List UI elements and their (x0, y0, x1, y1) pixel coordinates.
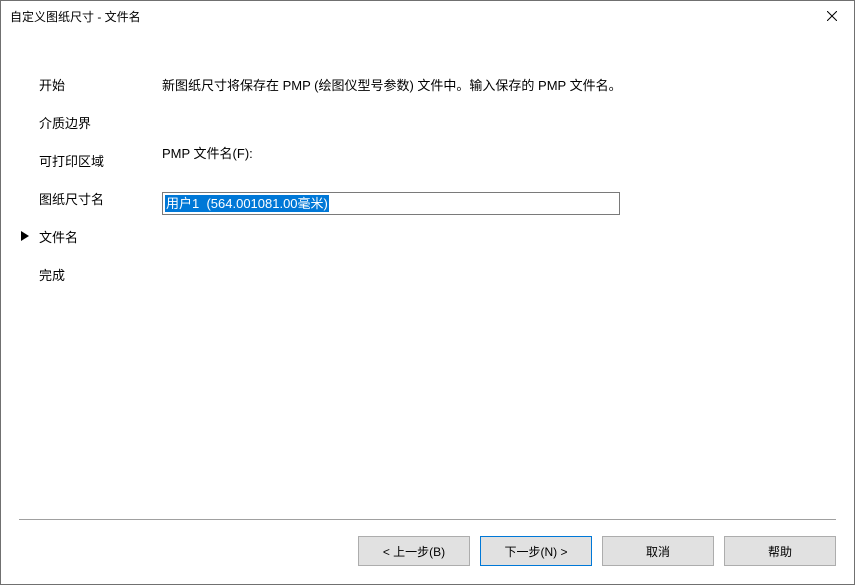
button-row: < 上一步(B) 下一步(N) > 取消 帮助 (358, 536, 836, 566)
step-label: 介质边界 (39, 116, 91, 131)
step-label: 可打印区域 (39, 154, 104, 169)
step-printable-area: 可打印区域 (39, 151, 162, 170)
back-button[interactable]: < 上一步(B) (358, 536, 470, 566)
step-label: 文件名 (39, 230, 78, 245)
help-button[interactable]: 帮助 (724, 536, 836, 566)
wizard-page: 新图纸尺寸将保存在 PMP (绘图仪型号参数) 文件中。输入保存的 PMP 文件… (162, 54, 836, 514)
next-button[interactable]: 下一步(N) > (480, 536, 592, 566)
step-finish: 完成 (39, 265, 162, 284)
step-media-bounds: 介质边界 (39, 113, 162, 132)
step-paper-size-name: 图纸尺寸名 (39, 189, 162, 208)
step-label: 完成 (39, 268, 65, 283)
step-file-name: 文件名 (39, 227, 162, 246)
titlebar: 自定义图纸尺寸 - 文件名 (1, 1, 854, 32)
step-label: 图纸尺寸名 (39, 192, 104, 207)
page-description: 新图纸尺寸将保存在 PMP (绘图仪型号参数) 文件中。输入保存的 PMP 文件… (162, 75, 662, 97)
pmp-filename-label: PMP 文件名(F): (162, 143, 776, 162)
step-label: 开始 (39, 78, 65, 93)
dialog-window: 自定义图纸尺寸 - 文件名 开始 介质边界 可打印区域 图纸尺寸名 (0, 0, 855, 585)
body-area: 开始 介质边界 可打印区域 图纸尺寸名 文件名 完成 新 (19, 54, 836, 514)
close-button[interactable] (809, 1, 854, 30)
separator-line (19, 519, 836, 520)
wizard-steps-sidebar: 开始 介质边界 可打印区域 图纸尺寸名 文件名 完成 (19, 54, 162, 514)
dialog-content: 开始 介质边界 可打印区域 图纸尺寸名 文件名 完成 新 (1, 32, 854, 584)
pmp-filename-input[interactable] (162, 192, 620, 215)
close-icon (827, 11, 837, 21)
cancel-button[interactable]: 取消 (602, 536, 714, 566)
step-begin: 开始 (39, 75, 162, 94)
pmp-filename-wrap: 用户1 (564.001081.00毫米) (162, 192, 620, 215)
window-title: 自定义图纸尺寸 - 文件名 (10, 8, 141, 25)
